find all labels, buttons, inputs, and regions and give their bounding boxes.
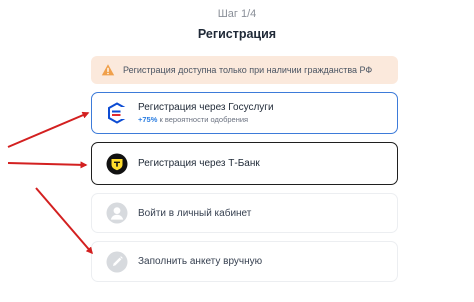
- tbank-register-button[interactable]: Регистрация через Т-Банк: [91, 142, 398, 185]
- login-cabinet-button[interactable]: Войти в личный кабинет: [91, 193, 398, 233]
- warning-triangle-icon: [101, 64, 115, 76]
- step-indicator: Шаг 1/4: [217, 8, 257, 20]
- manual-label: Заполнить анкету вручную: [138, 256, 263, 267]
- approval-hint-text: к вероятности одобрения: [157, 115, 249, 124]
- user-avatar-icon: [106, 202, 128, 224]
- manual-form-button[interactable]: Заполнить анкету вручную: [91, 241, 398, 282]
- gosuslugi-label: Регистрация через Госуслуги: [138, 102, 274, 113]
- tbank-logo-icon: [106, 153, 128, 175]
- pencil-icon: [106, 251, 128, 273]
- arrow-to-tbank: [7, 161, 88, 169]
- cabinet-label: Войти в личный кабинет: [138, 207, 252, 219]
- citizenship-notice: Регистрация доступна только при наличии …: [91, 56, 398, 84]
- arrow-to-manual: [35, 187, 93, 255]
- page-title: Регистрация: [197, 27, 277, 41]
- approval-percent: +75%: [138, 115, 158, 124]
- registration-page: Шаг 1/4 Регистрация Регистрация доступна…: [0, 0, 474, 302]
- notice-text: Регистрация доступна только при наличии …: [123, 65, 373, 75]
- arrow-to-gosuslugi: [7, 111, 90, 148]
- approval-hint: +75% к вероятности одобрения: [138, 115, 274, 124]
- gosuslugi-register-button[interactable]: Регистрация через Госуслуги +75% к вероя…: [91, 92, 398, 134]
- tbank-label: Регистрация через Т-Банк: [138, 158, 260, 169]
- gosuslugi-logo-icon: [106, 102, 128, 124]
